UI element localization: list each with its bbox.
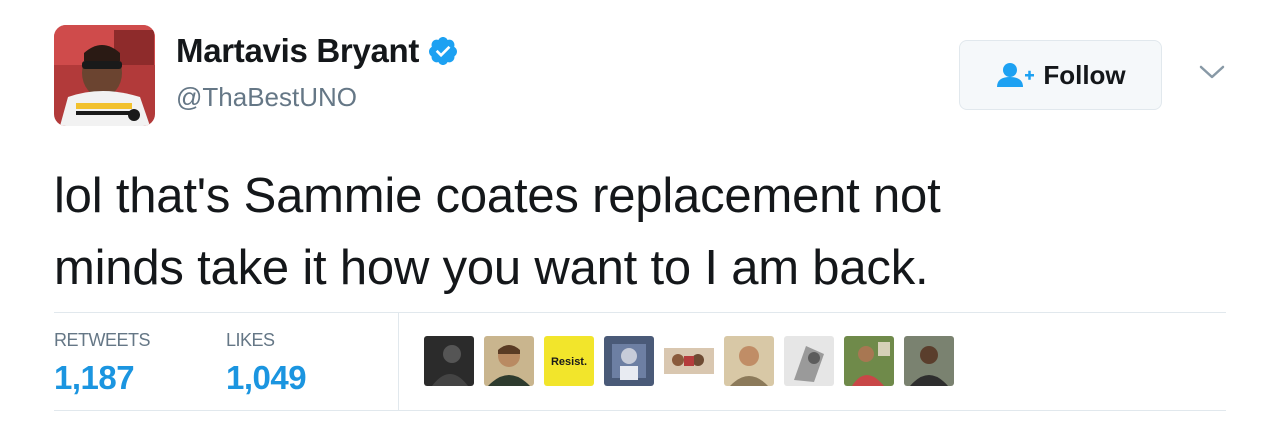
liker-avatar[interactable] <box>904 336 954 386</box>
likes-stat[interactable]: LIKES 1,049 <box>226 330 307 397</box>
liker-avatar[interactable] <box>424 336 474 386</box>
retweets-label: RETWEETS <box>54 330 151 350</box>
liker-avatar[interactable] <box>844 336 894 386</box>
liker-photo-icon <box>904 336 954 386</box>
liker-photo-icon <box>844 336 894 386</box>
author-display-name[interactable]: Martavis Bryant <box>176 32 419 70</box>
tweet-text-line-1: lol that's Sammie coates replacement not <box>54 169 941 223</box>
add-user-icon <box>997 63 1035 87</box>
liker-avatar[interactable] <box>784 336 834 386</box>
author-handle[interactable]: @ThaBestUNO <box>176 82 357 113</box>
follow-button-label: Follow <box>1043 59 1126 90</box>
tweet-text: lol that's Sammie coates replacement not… <box>54 160 1234 304</box>
liker-avatar[interactable] <box>724 336 774 386</box>
liker-photo-icon <box>424 336 474 386</box>
liker-photo-icon <box>604 336 654 386</box>
likes-label: LIKES <box>226 330 275 350</box>
liker-photo-icon <box>664 336 714 386</box>
liker-photo-icon <box>784 336 834 386</box>
retweets-stat[interactable]: RETWEETS 1,187 <box>54 330 151 397</box>
stats-divider-bottom <box>54 410 1226 411</box>
author-avatar[interactable] <box>54 25 155 126</box>
retweets-count: 1,187 <box>54 359 135 396</box>
follow-button[interactable]: Follow <box>959 40 1162 110</box>
stats-divider-top <box>54 312 1226 313</box>
liker-avatar[interactable] <box>664 336 714 386</box>
chevron-down-icon[interactable] <box>1198 62 1226 82</box>
avatar-photo-icon <box>54 25 155 126</box>
tweet-card: Martavis Bryant @ThaBestUNO Follow lol t… <box>0 0 1279 426</box>
likes-count: 1,049 <box>226 359 307 396</box>
verified-badge-icon <box>429 37 458 65</box>
likers-avatar-list: Resist. <box>424 336 964 386</box>
tweet-text-line-2: minds take it how you want to I am back. <box>54 241 929 295</box>
resist-avatar-icon: Resist. <box>544 336 594 386</box>
author-name-row: Martavis Bryant <box>176 32 459 70</box>
liker-avatar[interactable] <box>484 336 534 386</box>
stats-divider-vertical <box>398 313 399 410</box>
liker-photo-icon <box>484 336 534 386</box>
liker-photo-icon <box>724 336 774 386</box>
liker-avatar[interactable]: Resist. <box>544 336 594 386</box>
liker-avatar[interactable] <box>604 336 654 386</box>
resist-badge-text: Resist. <box>551 356 587 368</box>
